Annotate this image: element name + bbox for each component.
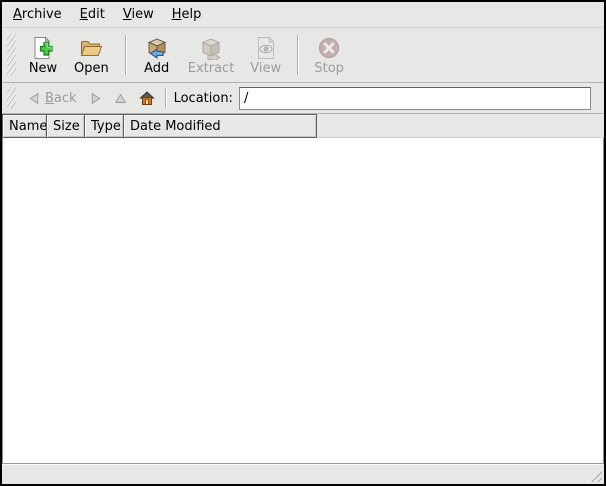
view-button-label: View [250,61,281,76]
new-button-label: New [29,61,57,76]
toolbar-separator [125,35,126,75]
toolbar-separator [297,35,298,75]
menu-help[interactable]: Help [163,4,211,25]
menu-archive[interactable]: Archive [4,4,71,25]
column-header-size[interactable]: Size [46,114,84,138]
file-list[interactable] [2,138,604,464]
back-button-label: Back [45,91,77,106]
open-button[interactable]: Open [66,33,117,78]
stop-button: Stop [306,33,352,78]
home-button[interactable] [133,87,161,109]
back-button: Back [22,88,83,109]
extract-icon [199,36,223,60]
toolbar: New Open Add [2,28,604,83]
view-button: View [242,33,289,78]
open-icon [79,36,103,60]
menu-edit[interactable]: Edit [71,4,114,25]
extract-button-label: Extract [188,61,235,76]
add-button[interactable]: Add [134,33,180,78]
menubar: Archive Edit View Help [2,2,604,28]
column-header-type[interactable]: Type [84,114,123,138]
back-arrow-icon [28,92,41,105]
archive-manager-window: Archive Edit View Help New [0,0,606,486]
forward-button [83,89,108,108]
up-button [108,89,133,108]
statusbar [2,464,604,484]
up-arrow-icon [114,92,127,105]
stop-icon [317,36,341,60]
column-header-name[interactable]: Name [2,114,46,138]
navbar-drag-handle[interactable] [7,87,16,109]
column-header-filler [317,114,604,138]
add-button-label: Add [144,61,169,76]
stop-button-label: Stop [314,61,344,76]
add-files-icon [145,36,169,60]
new-button[interactable]: New [20,33,66,78]
toolbar-drag-handle[interactable] [7,34,16,76]
new-archive-icon [31,36,55,60]
home-icon [139,90,155,106]
forward-arrow-icon [89,92,102,105]
navigation-bar: Back Location: [2,83,604,114]
location-input[interactable] [239,87,591,110]
open-button-label: Open [74,61,109,76]
resize-grip-icon[interactable] [587,467,602,482]
location-label: Location: [174,91,233,106]
extract-button: Extract [180,33,243,78]
column-header-date-modified[interactable]: Date Modified [123,114,317,138]
view-file-icon [254,36,278,60]
menu-view[interactable]: View [114,4,163,25]
navbar-separator [165,88,166,108]
file-list-header: Name Size Type Date Modified [2,114,604,138]
